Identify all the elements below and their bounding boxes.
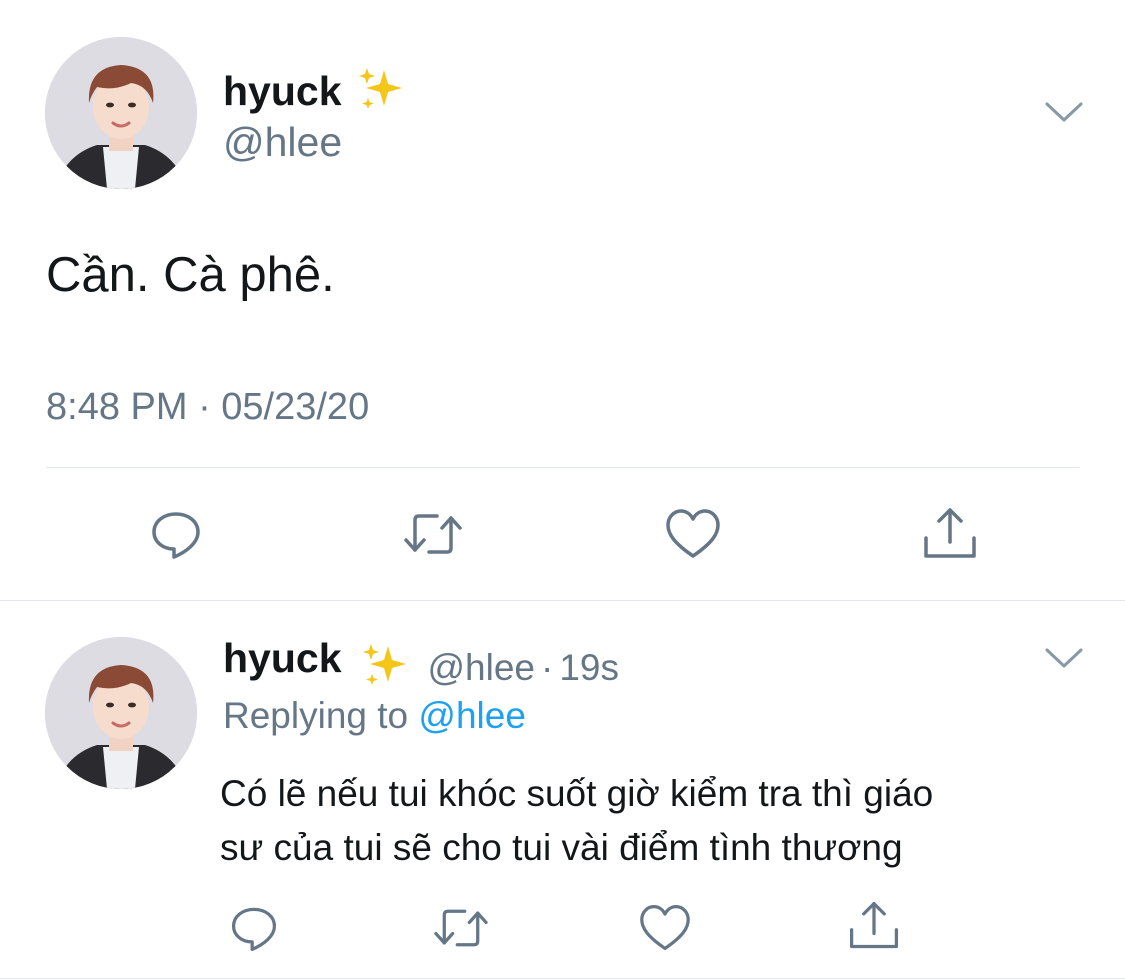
divider (0, 600, 1125, 601)
mention-link[interactable]: @hlee (418, 695, 526, 736)
retweet-icon (434, 909, 488, 947)
reply-button[interactable] (144, 502, 208, 566)
timestamp[interactable]: 8:48 PM · 05/23/20 (46, 384, 369, 430)
handle[interactable]: @hlee (428, 647, 536, 688)
retweet-button[interactable] (401, 502, 465, 566)
share-button[interactable] (918, 502, 982, 566)
display-name[interactable]: hyuck (223, 635, 342, 681)
reply-text-line-2: sư của tui sẽ cho tui vài điểm tình thươ… (220, 827, 903, 868)
like-icon (640, 905, 690, 951)
share-icon (924, 508, 976, 558)
chevron-down-icon[interactable] (1044, 98, 1084, 126)
divider (46, 467, 1080, 468)
reply-text-line-1: Có lẽ nếu tui khóc suốt giờ kiểm tra thì… (220, 773, 934, 814)
time-ago[interactable]: 19s (559, 647, 619, 688)
reply-icon (152, 512, 200, 559)
avatar[interactable] (45, 37, 197, 189)
replying-label: Replying to (223, 695, 409, 736)
retweet-icon (404, 514, 462, 554)
share-icon (849, 901, 899, 949)
like-icon (666, 509, 720, 558)
retweet-button[interactable] (429, 896, 493, 960)
sparkles-icon (356, 64, 406, 124)
tweet-text: Cần. Cà phê. (46, 248, 335, 302)
share-button[interactable] (842, 894, 906, 958)
reply-icon (231, 907, 277, 951)
reply-button[interactable] (222, 896, 286, 960)
divider (0, 978, 1125, 979)
chevron-down-icon[interactable] (1044, 644, 1084, 672)
separator: · (541, 646, 554, 688)
handle[interactable]: @hlee (223, 118, 342, 166)
display-name[interactable]: hyuck (223, 68, 342, 114)
like-button[interactable] (633, 896, 697, 960)
like-button[interactable] (661, 502, 725, 566)
avatar[interactable] (45, 637, 197, 789)
sparkles-icon (360, 640, 410, 695)
